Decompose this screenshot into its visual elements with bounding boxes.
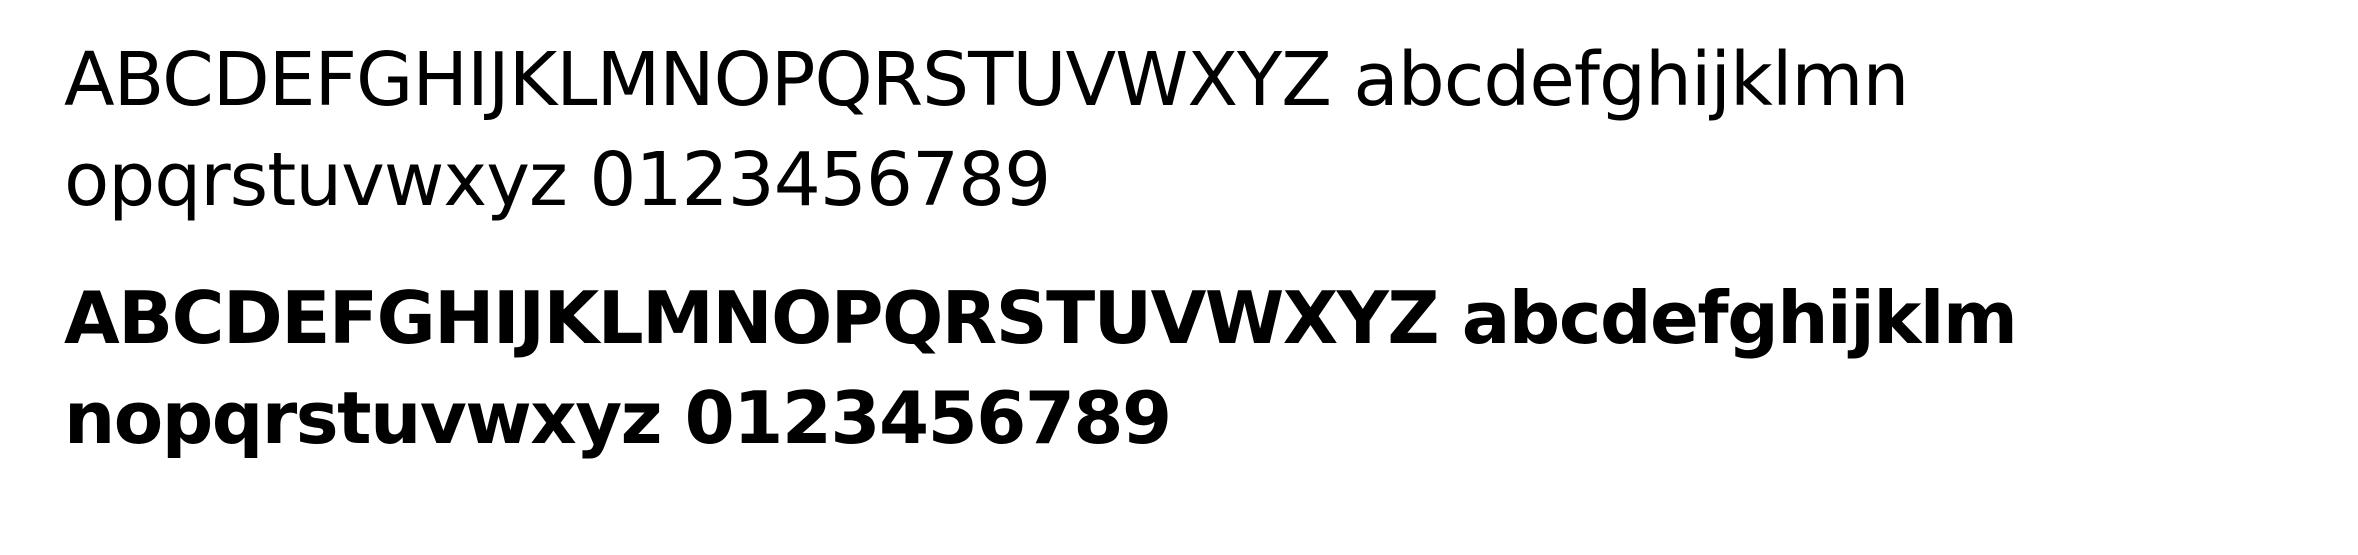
- bold-sample-line-1: ABCDEFGHIJKLMNOPQRSTUVWXYZ abcdefghijklm: [64, 276, 2018, 360]
- regular-sample-line-1: ABCDEFGHIJKLMNOPQRSTUVWXYZ abcdefghijklm…: [64, 37, 1909, 123]
- type-specimen: ABCDEFGHIJKLMNOPQRSTUVWXYZ abcdefghijklm…: [64, 30, 2344, 468]
- regular-sample-line-2: opqrstuvwxyz 0123456789: [64, 137, 1051, 223]
- bold-sample-line-2: nopqrstuvwxyz 0123456789: [64, 376, 1172, 460]
- bold-weight-sample: ABCDEFGHIJKLMNOPQRSTUVWXYZ abcdefghijklm…: [64, 268, 2344, 468]
- regular-weight-sample: ABCDEFGHIJKLMNOPQRSTUVWXYZ abcdefghijklm…: [64, 30, 2344, 230]
